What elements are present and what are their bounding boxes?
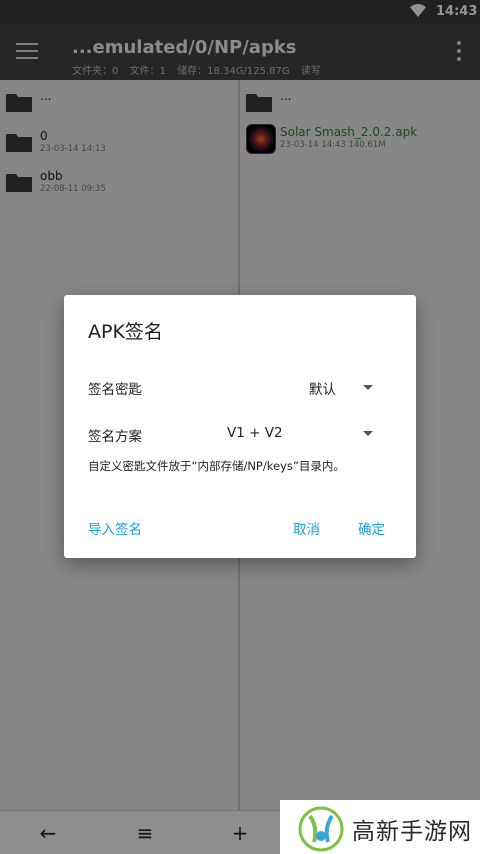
key-select[interactable]: 默认 xyxy=(309,378,336,398)
import-signature-button[interactable]: 导入签名 xyxy=(88,518,142,538)
scheme-label: 签名方案 xyxy=(88,429,142,445)
key-label: 签名密匙 xyxy=(88,382,142,398)
apk-sign-dialog: APK签名 签名密匙 默认 签名方案 V1 + V2 自定义密匙文件放于“内部存… xyxy=(64,295,416,558)
watermark: 高新手游网 xyxy=(280,800,480,854)
keys-hint: 自定义密匙文件放于“内部存储/NP/keys”目录内。 xyxy=(88,459,345,473)
dialog-title: APK签名 xyxy=(88,321,163,343)
chevron-down-icon[interactable] xyxy=(363,431,373,436)
watermark-logo-icon xyxy=(298,806,344,852)
chevron-down-icon[interactable] xyxy=(363,385,373,390)
cancel-button[interactable]: 取消 xyxy=(293,518,320,538)
watermark-text: 高新手游网 xyxy=(352,819,472,845)
scheme-select[interactable]: V1 + V2 xyxy=(227,425,283,441)
ok-button[interactable]: 确定 xyxy=(358,518,385,538)
